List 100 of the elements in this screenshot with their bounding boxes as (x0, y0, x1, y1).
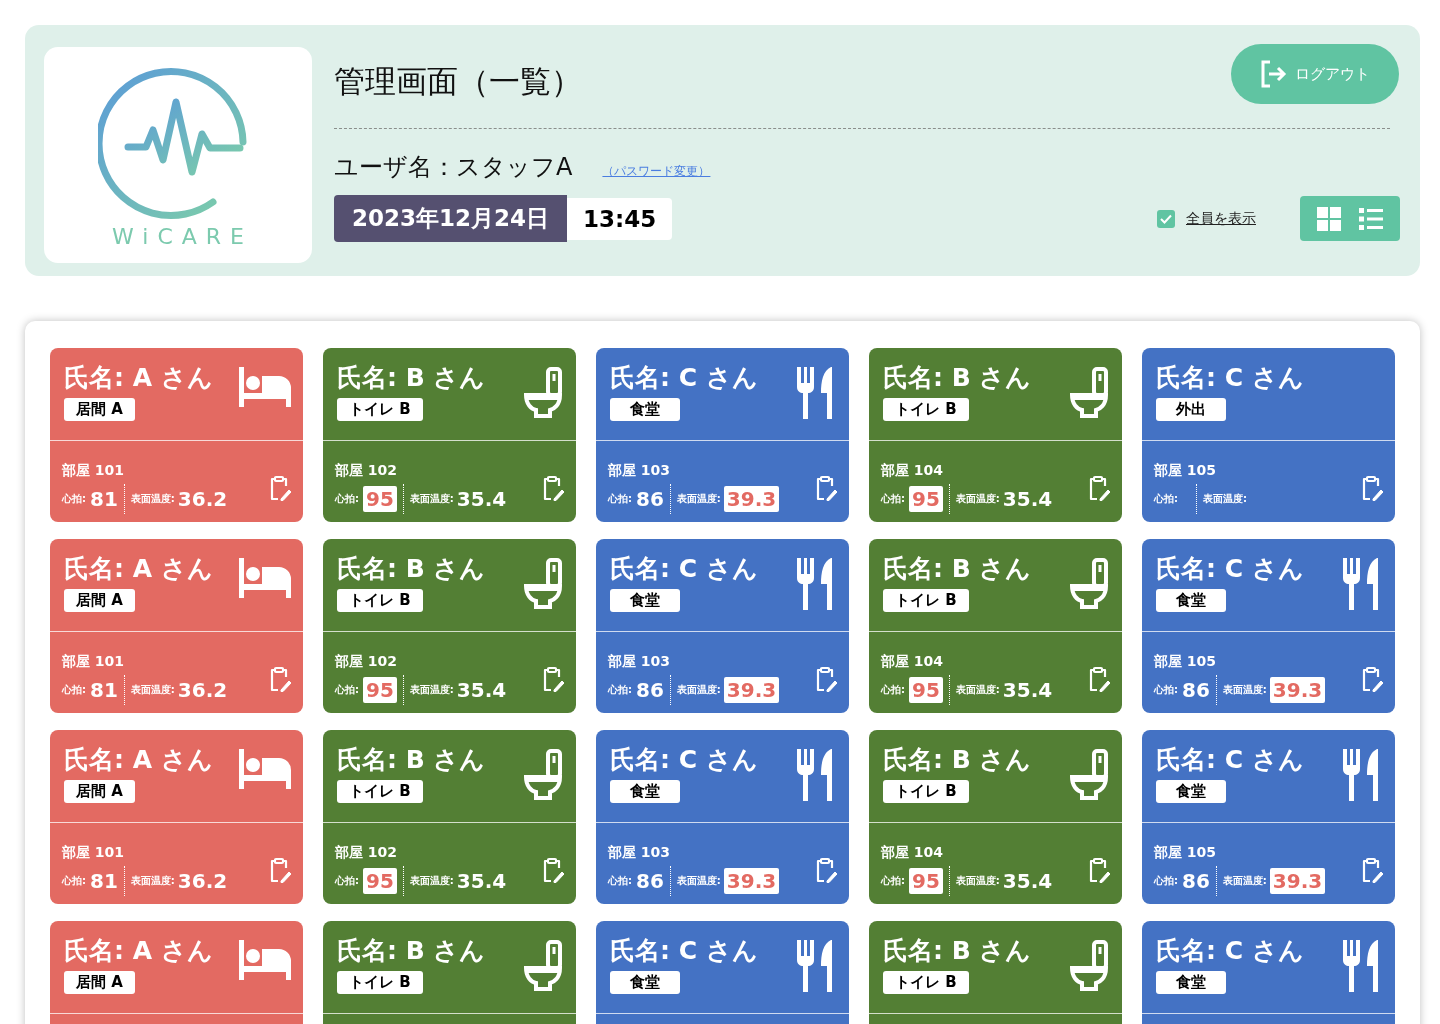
resident-card[interactable]: 氏名: B さん トイレ B (323, 921, 576, 1024)
date-label: 2023年12月24日 (334, 195, 568, 242)
heart-rate-label: 心拍: (608, 874, 632, 888)
temperature-value: 39.3 (723, 486, 780, 512)
clipboard-edit-icon (542, 475, 564, 501)
location-tag: 外出 (1156, 398, 1226, 421)
resident-name: 氏名: B さん (883, 362, 1032, 394)
room-number: 部屋 105 (1154, 462, 1218, 480)
room-number: 部屋 104 (881, 462, 945, 480)
temperature-label: 表面温度: (955, 874, 1000, 888)
heart-rate-label: 心拍: (62, 874, 86, 888)
location-tag: トイレ B (337, 398, 423, 421)
toilet-icon (1070, 940, 1110, 992)
list-icon (1359, 207, 1383, 230)
heart-rate-value: 95 (363, 868, 397, 894)
room-number: 部屋 102 (335, 653, 399, 671)
temperature-value: 39.3 (723, 868, 780, 894)
record-button[interactable] (269, 857, 291, 883)
record-button[interactable] (1088, 857, 1110, 883)
temperature-label: 表面温度: (955, 683, 1000, 697)
record-button[interactable] (815, 475, 837, 501)
location-tag: 居間 A (64, 398, 135, 421)
temperature-label: 表面温度: (130, 492, 175, 506)
resident-name: 氏名: C さん (1156, 553, 1304, 585)
heart-rate-value: 81 (90, 487, 118, 511)
temperature-label: 表面温度: (676, 492, 721, 506)
resident-name: 氏名: C さん (1156, 935, 1304, 967)
clipboard-edit-icon (815, 666, 837, 692)
heart-rate-label: 心拍: (62, 683, 86, 697)
toilet-icon (524, 940, 564, 992)
heart-rate-label: 心拍: (608, 683, 632, 697)
temperature-value: 36.2 (177, 487, 228, 511)
show-all-label[interactable]: 全員を表示 (1186, 209, 1256, 228)
resident-name: 氏名: A さん (64, 362, 213, 394)
heart-rate-label: 心拍: (335, 874, 359, 888)
temperature-value: 39.3 (1269, 868, 1326, 894)
temperature-value: 36.2 (177, 869, 228, 893)
location-tag: 食堂 (1156, 780, 1226, 803)
resident-name: 氏名: B さん (337, 935, 486, 967)
temperature-value: 39.3 (1269, 677, 1326, 703)
password-change-link[interactable]: （パスワード変更） (602, 163, 711, 180)
heart-rate-label: 心拍: (1154, 683, 1178, 697)
clipboard-edit-icon (269, 475, 291, 501)
resident-card[interactable]: 氏名: A さん 居間 A (50, 921, 303, 1024)
resident-card[interactable]: 氏名: C さん 外出 部屋 105 心拍: 表面温度: (1142, 348, 1395, 522)
heart-rate-label: 心拍: (608, 492, 632, 506)
resident-card[interactable]: 氏名: C さん 食堂 (596, 921, 849, 1024)
temperature-label: 表面温度: (955, 492, 1000, 506)
resident-name: 氏名: A さん (64, 553, 213, 585)
clipboard-edit-icon (1361, 857, 1383, 883)
resident-card[interactable]: 氏名: B さん トイレ B (869, 921, 1122, 1024)
clipboard-edit-icon (542, 666, 564, 692)
location-tag: 食堂 (1156, 971, 1226, 994)
resident-name: 氏名: B さん (337, 362, 486, 394)
grid-icon (1317, 206, 1341, 231)
resident-name: 氏名: C さん (1156, 744, 1304, 776)
temperature-value: 39.3 (723, 677, 780, 703)
toilet-icon (524, 749, 564, 801)
resident-card[interactable]: 氏名: C さん 食堂 (1142, 921, 1395, 1024)
record-button[interactable] (542, 475, 564, 501)
record-button[interactable] (1361, 857, 1383, 883)
record-button[interactable] (815, 857, 837, 883)
temperature-value: 35.4 (456, 487, 507, 511)
show-all-checkbox[interactable] (1157, 209, 1175, 228)
toilet-icon (524, 367, 564, 419)
record-button[interactable] (542, 666, 564, 692)
room-number: 部屋 103 (608, 653, 672, 671)
heart-rate-value: 95 (363, 486, 397, 512)
record-button[interactable] (1361, 666, 1383, 692)
resident-name: 氏名: C さん (610, 744, 758, 776)
record-button[interactable] (815, 666, 837, 692)
clipboard-edit-icon (1361, 475, 1383, 501)
room-number: 部屋 105 (1154, 844, 1218, 862)
bed-icon (239, 558, 291, 598)
clipboard-edit-icon (1088, 475, 1110, 501)
location-tag: 居間 A (64, 971, 135, 994)
record-button[interactable] (269, 666, 291, 692)
record-button[interactable] (542, 857, 564, 883)
temperature-label: 表面温度: (130, 874, 175, 888)
bed-icon (239, 367, 291, 407)
room-number: 部屋 104 (881, 844, 945, 862)
record-button[interactable] (1088, 666, 1110, 692)
location-tag: 食堂 (1156, 589, 1226, 612)
location-tag: トイレ B (883, 398, 969, 421)
clipboard-edit-icon (1088, 666, 1110, 692)
location-tag: トイレ B (337, 780, 423, 803)
location-tag: 食堂 (610, 971, 680, 994)
record-button[interactable] (1088, 475, 1110, 501)
resident-name: 氏名: C さん (610, 553, 758, 585)
resident-name: 氏名: A さん (64, 935, 213, 967)
record-button[interactable] (269, 475, 291, 501)
toilet-icon (1070, 558, 1110, 610)
resident-name: 氏名: B さん (883, 935, 1032, 967)
room-number: 部屋 103 (608, 844, 672, 862)
clipboard-edit-icon (269, 666, 291, 692)
location-tag: 居間 A (64, 589, 135, 612)
record-button[interactable] (1361, 475, 1383, 501)
resident-name: 氏名: B さん (883, 744, 1032, 776)
temperature-value: 35.4 (1002, 487, 1053, 511)
clipboard-edit-icon (542, 857, 564, 883)
